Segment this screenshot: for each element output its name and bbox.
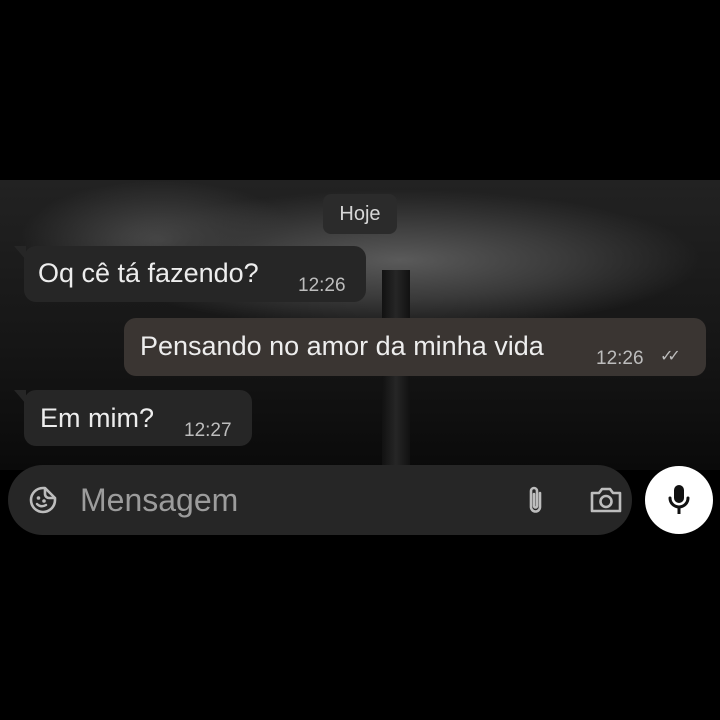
incoming-message[interactable]: Oq cê tá fazendo? 12:26 bbox=[14, 246, 366, 302]
incoming-message[interactable]: Em mim? 12:27 bbox=[14, 390, 252, 446]
emoji-sticker-icon[interactable] bbox=[28, 485, 58, 515]
bubble-tail bbox=[14, 390, 26, 404]
message-composer bbox=[8, 465, 632, 535]
chat-screen: Hoje Oq cê tá fazendo? 12:26 Pensando no… bbox=[0, 0, 720, 720]
microphone-icon bbox=[668, 485, 690, 514]
message-text: Em mim? bbox=[40, 403, 154, 433]
message-time: 12:27 bbox=[184, 420, 232, 441]
message-input[interactable] bbox=[80, 481, 440, 519]
message-text: Pensando no amor da minha vida bbox=[140, 331, 544, 361]
voice-message-button[interactable] bbox=[645, 466, 713, 534]
outgoing-message[interactable]: Pensando no amor da minha vida 12:26 ✓✓ bbox=[124, 318, 706, 376]
read-receipt-icon: ✓✓ bbox=[660, 348, 681, 365]
paperclip-icon[interactable] bbox=[523, 484, 549, 516]
camera-icon[interactable] bbox=[589, 486, 623, 514]
bubble-tail bbox=[14, 246, 26, 260]
date-chip: Hoje bbox=[323, 194, 397, 234]
message-time: 12:26 bbox=[298, 275, 346, 296]
message-text: Oq cê tá fazendo? bbox=[38, 258, 259, 288]
message-time: 12:26 bbox=[596, 348, 644, 369]
